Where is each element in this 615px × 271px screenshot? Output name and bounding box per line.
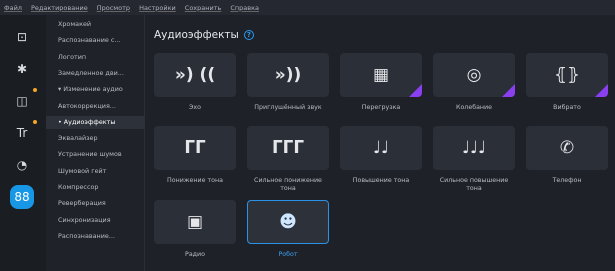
radio-icon: ▣ bbox=[186, 212, 204, 232]
sidebar-item[interactable]: Хромакей bbox=[58, 20, 144, 28]
vibrato-icon: ⦃⦄ bbox=[554, 65, 580, 85]
premium-badge bbox=[502, 84, 515, 97]
menu-item-3[interactable]: Настройки bbox=[139, 4, 176, 12]
effect-label: Понижение тона bbox=[167, 177, 223, 184]
sidebar-item[interactable]: Реверберация bbox=[58, 199, 144, 207]
menu-item-5[interactable]: Справка bbox=[230, 4, 259, 12]
strong-pitch-up-icon: ♩♩♩ bbox=[461, 138, 487, 158]
effects-sidebar: Хромакей Распознавание с... Логотип Замедле… bbox=[46, 15, 145, 271]
sidebar-item[interactable]: Синхронизация bbox=[58, 216, 144, 224]
menu-bar: Файл Редактирование Просмотр Настройки Сохра… bbox=[0, 0, 615, 15]
robot-icon: ☻ bbox=[279, 212, 297, 232]
premium-badge bbox=[595, 84, 608, 97]
sidebar-item[interactable]: Эквалайзер bbox=[58, 134, 144, 142]
echo-icon: ») (( bbox=[174, 65, 216, 85]
effect-label: Перегрузка bbox=[361, 104, 401, 111]
effect-tile[interactable]: ▦ bbox=[340, 53, 422, 97]
tools-rail: ⊡ ✱ ◫ Tr ◔ 88 bbox=[0, 15, 46, 271]
effect-label: Приглушённый звук bbox=[254, 104, 322, 111]
muffled-sound-icon: »)) bbox=[274, 65, 302, 85]
effect-label: Вибрато bbox=[553, 104, 581, 111]
effect-tile[interactable]: ᒥᒥᒥ bbox=[247, 126, 329, 170]
effect-label: Телефон bbox=[552, 177, 582, 184]
effect-label: Сильное повышение тона bbox=[439, 177, 509, 192]
magic-wand-icon[interactable]: ✱ bbox=[10, 57, 34, 81]
effect-tile[interactable]: »)) bbox=[247, 53, 329, 97]
premium-badge bbox=[409, 84, 422, 97]
effect-tile[interactable]: ◎ bbox=[433, 53, 515, 97]
overdrive-icon: ▦ bbox=[372, 65, 390, 85]
transitions-icon[interactable]: ◫ bbox=[10, 89, 34, 113]
page-title: Аудиоэффекты ? bbox=[154, 29, 254, 41]
more-tools-icon[interactable]: 88 bbox=[10, 185, 34, 209]
effect-label: Робот bbox=[278, 251, 298, 258]
effect-tile[interactable]: ᒥᒥ bbox=[154, 126, 236, 170]
sidebar-item[interactable]: Устранение шумов bbox=[58, 150, 144, 158]
effect-label: Радио bbox=[185, 251, 205, 258]
sidebar-item[interactable]: Логотип bbox=[58, 53, 144, 61]
effect-label: Повышение тона bbox=[352, 177, 410, 184]
titles-icon[interactable]: Tr bbox=[10, 121, 34, 145]
sidebar-item[interactable]: • Аудиоэффекты bbox=[58, 118, 144, 126]
phone-icon: ✆ bbox=[559, 138, 575, 158]
effect-tile[interactable]: ☻ bbox=[247, 200, 329, 244]
strong-pitch-down-icon: ᒥᒥᒥ bbox=[272, 138, 304, 158]
effect-tile[interactable]: ▣ bbox=[154, 200, 236, 244]
effect-tile[interactable]: ✆ bbox=[526, 126, 608, 170]
wobble-icon: ◎ bbox=[466, 65, 482, 85]
effect-label: Эхо bbox=[189, 104, 201, 111]
menu-item-1[interactable]: Редактирование bbox=[31, 4, 88, 12]
effect-tile[interactable]: ♩♩♩ bbox=[433, 126, 515, 170]
menu-item-4[interactable]: Сохранить bbox=[185, 4, 222, 12]
menu-item-0[interactable]: Файл bbox=[4, 4, 22, 12]
stickers-icon[interactable]: ◔ bbox=[10, 153, 34, 177]
effect-label: Колебание bbox=[455, 104, 493, 111]
sidebar-item[interactable]: Распознавание... bbox=[58, 232, 144, 240]
new-badge-dot bbox=[33, 120, 37, 124]
pitch-down-icon: ᒥᒥ bbox=[184, 138, 206, 158]
effects-panel: Аудиоэффекты ? ») (( Эхо »)) Приглушённый з… bbox=[146, 15, 615, 271]
pitch-up-icon: ♩♩ bbox=[372, 138, 390, 158]
effect-tile[interactable]: ⦃⦄ bbox=[526, 53, 608, 97]
sidebar-item[interactable]: Шумовой гейт bbox=[58, 167, 144, 175]
page-title-text: Аудиоэффекты bbox=[154, 29, 239, 41]
sidebar-item[interactable]: ▾ Изменение аудио bbox=[58, 85, 144, 93]
menu-item-2[interactable]: Просмотр bbox=[97, 4, 130, 12]
sidebar-item[interactable]: Автокоррекция... bbox=[58, 102, 144, 110]
help-icon[interactable]: ? bbox=[243, 30, 254, 40]
sidebar-item[interactable]: Компрессор bbox=[58, 183, 144, 191]
new-badge-dot bbox=[33, 88, 37, 92]
effect-label: Сильное понижение тона bbox=[254, 177, 322, 192]
effect-tile[interactable]: ♩♩ bbox=[340, 126, 422, 170]
import-icon[interactable]: ⊡ bbox=[10, 25, 34, 49]
sidebar-item[interactable]: Распознавание с... bbox=[58, 36, 144, 44]
sidebar-item[interactable]: Замедленное дви... bbox=[58, 69, 144, 77]
effect-tile[interactable]: ») (( bbox=[154, 53, 236, 97]
